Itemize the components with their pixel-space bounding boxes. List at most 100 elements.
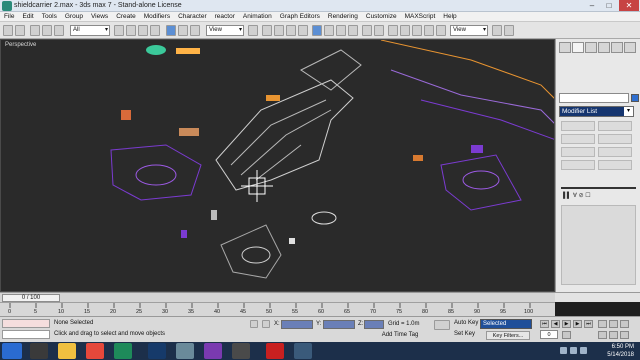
select-link-icon[interactable]: [30, 25, 40, 36]
menu-views[interactable]: Views: [87, 12, 112, 22]
set-key-button[interactable]: Set Key: [454, 331, 475, 337]
zoom-all-icon[interactable]: [609, 320, 618, 328]
select-by-name-icon[interactable]: [126, 25, 136, 36]
object-color-swatch[interactable]: [631, 94, 639, 102]
utilities-tab[interactable]: [624, 42, 636, 53]
app-icon-violet[interactable]: [204, 343, 222, 359]
y-coord-field[interactable]: [323, 320, 355, 329]
move-icon[interactable]: [166, 25, 176, 36]
menu-maxscript[interactable]: MAXScript: [401, 12, 440, 22]
axis-x-icon[interactable]: [262, 25, 272, 36]
maxscript-input-mini[interactable]: [2, 330, 50, 339]
track-bar[interactable]: 0 5 10 15 20 25 30 35 40 45 50 55 60 65 …: [0, 302, 555, 316]
prev-frame-icon[interactable]: ◀: [551, 320, 560, 328]
maxscript-listener-mini[interactable]: [2, 319, 50, 328]
curve-editor-icon[interactable]: [400, 25, 410, 36]
selection-filter-combo[interactable]: All ▾: [70, 25, 110, 36]
app-icon-grey[interactable]: [232, 343, 250, 359]
chrome-icon[interactable]: [86, 343, 104, 359]
material-editor-icon[interactable]: [424, 25, 434, 36]
absolute-mode-icon[interactable]: [262, 320, 270, 328]
unlink-icon[interactable]: [42, 25, 52, 36]
ref-coord-combo[interactable]: View ▾: [206, 25, 244, 36]
perspective-viewport[interactable]: Perspective: [0, 39, 555, 292]
menu-create[interactable]: Create: [112, 12, 140, 22]
axis-z-icon[interactable]: [286, 25, 296, 36]
app-icon-blue[interactable]: [294, 343, 312, 359]
photoshop-icon[interactable]: [148, 343, 166, 359]
window-crossing-icon[interactable]: [150, 25, 160, 36]
scale-icon[interactable]: [190, 25, 200, 36]
excel-icon[interactable]: [114, 343, 132, 359]
modifier-button-5[interactable]: [561, 147, 595, 157]
menu-help[interactable]: Help: [439, 12, 460, 22]
x-coord-field[interactable]: [281, 320, 313, 329]
create-tab[interactable]: [559, 42, 571, 53]
rotate-icon[interactable]: [178, 25, 188, 36]
play-icon[interactable]: ▶: [562, 320, 571, 328]
hierarchy-tab[interactable]: [585, 42, 597, 53]
menu-file[interactable]: File: [0, 12, 18, 22]
modifier-button-6[interactable]: [598, 147, 632, 157]
lock-selection-icon[interactable]: [250, 320, 258, 328]
arc-rotate-icon[interactable]: [609, 331, 618, 339]
minimize-button[interactable]: –: [584, 0, 600, 11]
snap-toggle-icon[interactable]: [312, 25, 322, 36]
modify-tab[interactable]: [572, 42, 584, 53]
auto-key-button[interactable]: Auto Key: [454, 320, 478, 326]
app-icon[interactable]: [2, 1, 12, 11]
menu-edit[interactable]: Edit: [18, 12, 37, 22]
mirror-icon[interactable]: [362, 25, 372, 36]
tray-volume-icon[interactable]: [580, 347, 587, 354]
menu-customize[interactable]: Customize: [362, 12, 401, 22]
axis-xy-icon[interactable]: [298, 25, 308, 36]
go-start-icon[interactable]: ⏮: [540, 320, 549, 328]
active-shade-icon[interactable]: [504, 25, 514, 36]
pivot-center-icon[interactable]: [248, 25, 258, 36]
schematic-view-icon[interactable]: [412, 25, 422, 36]
modifier-button-4[interactable]: [598, 134, 632, 144]
tray-network-icon[interactable]: [570, 347, 577, 354]
system-clock[interactable]: 6:50 PM 5/14/2018: [607, 343, 634, 359]
menu-modifiers[interactable]: Modifiers: [140, 12, 174, 22]
go-end-icon[interactable]: ⏭: [584, 320, 593, 328]
render-scene-icon[interactable]: [436, 25, 446, 36]
menu-character[interactable]: Character: [174, 12, 211, 22]
close-button[interactable]: ✕: [619, 0, 639, 11]
modifier-button-8[interactable]: [598, 160, 632, 170]
spinner-snap-icon[interactable]: [348, 25, 358, 36]
key-set-combo[interactable]: Selected: [480, 319, 532, 329]
object-name-field[interactable]: [559, 93, 629, 103]
modifier-button-7[interactable]: [561, 160, 595, 170]
redo-icon[interactable]: [15, 25, 25, 36]
display-tab[interactable]: [611, 42, 623, 53]
zoom-extents-icon[interactable]: [620, 320, 629, 328]
modifier-list-dropdown[interactable]: Modifier List ▾: [559, 106, 634, 117]
pan-icon[interactable]: [598, 331, 607, 339]
select-object-icon[interactable]: [114, 25, 124, 36]
menu-reactor[interactable]: reactor: [211, 12, 239, 22]
menu-tools[interactable]: Tools: [38, 12, 61, 22]
undo-icon[interactable]: [3, 25, 13, 36]
next-frame-icon[interactable]: ▶: [573, 320, 582, 328]
menu-group[interactable]: Group: [61, 12, 87, 22]
render-type-combo[interactable]: View ▾: [450, 25, 488, 36]
percent-snap-icon[interactable]: [336, 25, 346, 36]
viewport-label[interactable]: Perspective: [5, 42, 36, 48]
menu-rendering[interactable]: Rendering: [324, 12, 362, 22]
align-icon[interactable]: [374, 25, 384, 36]
3dsmax-icon[interactable]: [176, 343, 194, 359]
current-frame-field[interactable]: 0: [540, 330, 558, 339]
maximize-viewport-icon[interactable]: [620, 331, 629, 339]
key-mode-icon[interactable]: [434, 320, 450, 330]
media-player-icon[interactable]: [30, 343, 48, 359]
add-time-tag-button[interactable]: Add Time Tag: [374, 331, 426, 340]
quick-render-icon[interactable]: [492, 25, 502, 36]
time-slider-knob[interactable]: 0 / 100: [2, 294, 60, 302]
motion-tab[interactable]: [598, 42, 610, 53]
tray-arrow-icon[interactable]: [560, 347, 567, 354]
modifier-button-2[interactable]: [598, 121, 632, 131]
axis-y-icon[interactable]: [274, 25, 284, 36]
angle-snap-icon[interactable]: [324, 25, 334, 36]
stack-controls[interactable]: ▐ ▌ ∀ ⊘ ☐: [561, 192, 636, 201]
